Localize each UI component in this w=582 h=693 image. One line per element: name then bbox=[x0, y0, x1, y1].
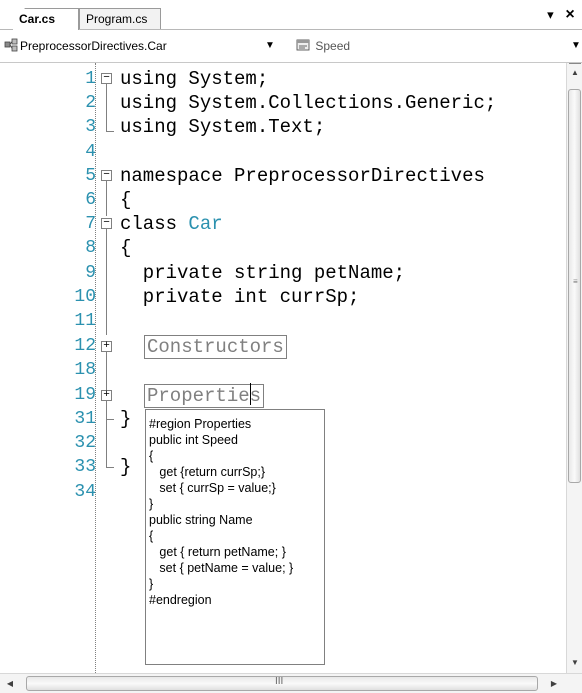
chevron-down-icon[interactable]: ▼ bbox=[265, 36, 275, 56]
line-number: 6 bbox=[85, 190, 96, 210]
chevron-down-icon[interactable]: ▾ bbox=[542, 7, 558, 23]
line-number: 12 bbox=[74, 336, 96, 356]
expand-icon[interactable]: + bbox=[101, 341, 112, 352]
code-line: private int currSp; bbox=[120, 286, 360, 308]
line-number: 32 bbox=[74, 433, 96, 453]
tooltip-line: public string Name bbox=[149, 513, 253, 527]
expand-icon[interactable]: + bbox=[101, 390, 112, 401]
line-number: 31 bbox=[74, 409, 96, 429]
code-line: private string petName; bbox=[120, 262, 406, 284]
line-number: 19 bbox=[74, 385, 96, 405]
line-number: 1 bbox=[85, 69, 96, 89]
member-dropdown-value: Speed bbox=[315, 39, 351, 53]
scroll-down-icon[interactable]: ▼ bbox=[567, 655, 582, 671]
namespace-name: PreprocessorDirectives bbox=[222, 165, 485, 187]
outline-line bbox=[106, 181, 107, 216]
outline-line bbox=[106, 419, 107, 467]
grip-icon: ≡ bbox=[573, 277, 578, 286]
scroll-left-icon[interactable]: ◀ bbox=[2, 676, 18, 692]
document-tab-strip: Car.cs Program.cs ▾ × bbox=[0, 0, 582, 30]
keyword: class bbox=[120, 213, 178, 235]
outline-line bbox=[106, 229, 107, 335]
code-line: { bbox=[120, 237, 132, 259]
outline-line bbox=[106, 467, 114, 468]
tooltip-line: #endregion bbox=[149, 593, 212, 607]
code-line: using System.Collections.Generic; bbox=[120, 92, 497, 114]
code-line: } bbox=[120, 456, 132, 478]
tooltip-line: { bbox=[149, 449, 154, 463]
code-line: { bbox=[120, 189, 132, 211]
scroll-up-icon[interactable]: ▲ bbox=[567, 65, 582, 81]
tooltip-line: set { currSp = value;} bbox=[149, 481, 276, 495]
class-name: Car bbox=[188, 213, 223, 235]
horizontal-scrollbar[interactable]: ◀ III ▶ bbox=[0, 673, 582, 693]
line-number: 34 bbox=[74, 482, 96, 502]
code-line: namespace PreprocessorDirectives bbox=[120, 164, 485, 188]
vertical-scrollbar[interactable]: ▲ ≡ ▼ bbox=[566, 63, 582, 673]
type-dropdown[interactable]: PreprocessorDirectives.Car ▼ bbox=[4, 36, 280, 56]
line-number: 10 bbox=[74, 287, 96, 307]
code-line: using System.Text; bbox=[120, 116, 326, 138]
line-number: 18 bbox=[74, 360, 96, 380]
line-number-gutter: 1 2 3 4 5 6 7 8 9 10 11 12 18 19 31 32 3… bbox=[0, 63, 96, 673]
text-cursor-icon bbox=[250, 383, 253, 405]
tab-controls: ▾ × bbox=[542, 6, 578, 24]
line-number: 7 bbox=[85, 214, 96, 234]
line-number: 5 bbox=[85, 166, 96, 186]
code-line: using System; bbox=[120, 68, 269, 90]
line-number: 9 bbox=[85, 263, 96, 283]
line-number: 2 bbox=[85, 93, 96, 113]
tooltip-line: set { petName = value; } bbox=[149, 561, 294, 575]
keyword: namespace bbox=[120, 165, 223, 187]
line-number: 33 bbox=[74, 457, 96, 477]
outline-line bbox=[106, 401, 107, 419]
line-number: 4 bbox=[85, 142, 96, 162]
vertical-scroll-thumb[interactable]: ≡ bbox=[568, 89, 581, 483]
close-icon[interactable]: × bbox=[562, 6, 578, 24]
chevron-down-icon[interactable]: ▼ bbox=[571, 36, 581, 56]
collapsed-region-constructors[interactable]: Constructors bbox=[144, 335, 287, 359]
tooltip-line: #region Properties bbox=[149, 417, 252, 431]
grip-icon: III bbox=[275, 676, 284, 687]
outline-line bbox=[106, 419, 114, 420]
collapsed-region-properties[interactable]: Properties bbox=[144, 384, 265, 408]
gutter-divider bbox=[95, 63, 96, 673]
tooltip-line: get {return currSp;} bbox=[149, 465, 266, 479]
tooltip-line: } bbox=[149, 497, 154, 511]
collapse-icon[interactable]: − bbox=[101, 73, 112, 84]
code-line: } bbox=[120, 408, 132, 430]
property-icon bbox=[296, 38, 312, 52]
region-preview-tooltip: #region Properties public int Speed { ge… bbox=[145, 409, 325, 665]
type-dropdown-value: PreprocessorDirectives.Car bbox=[20, 39, 167, 53]
collapse-icon[interactable]: − bbox=[101, 170, 112, 181]
line-number: 3 bbox=[85, 117, 96, 137]
tooltip-line: get { return petName; } bbox=[149, 545, 286, 559]
tooltip-line: public int Speed bbox=[149, 433, 238, 447]
member-dropdown[interactable]: Speed ▼ bbox=[296, 36, 582, 56]
scroll-right-icon[interactable]: ▶ bbox=[546, 676, 562, 692]
outline-line bbox=[106, 84, 107, 132]
horizontal-scroll-thumb[interactable]: III bbox=[26, 676, 538, 691]
navigation-bar: PreprocessorDirectives.Car ▼ Speed ▼ bbox=[0, 30, 582, 63]
line-number: 8 bbox=[85, 238, 96, 258]
tooltip-line: } bbox=[149, 577, 154, 591]
outline-line bbox=[106, 352, 107, 390]
tab-program-cs[interactable]: Program.cs bbox=[79, 8, 161, 29]
line-number: 11 bbox=[74, 311, 96, 331]
class-icon bbox=[4, 38, 20, 52]
code-line: class Car bbox=[120, 212, 223, 236]
tooltip-line: { bbox=[149, 529, 154, 543]
collapse-icon[interactable]: − bbox=[101, 218, 112, 229]
tab-car-cs[interactable]: Car.cs bbox=[13, 8, 79, 30]
outline-line bbox=[106, 131, 114, 132]
